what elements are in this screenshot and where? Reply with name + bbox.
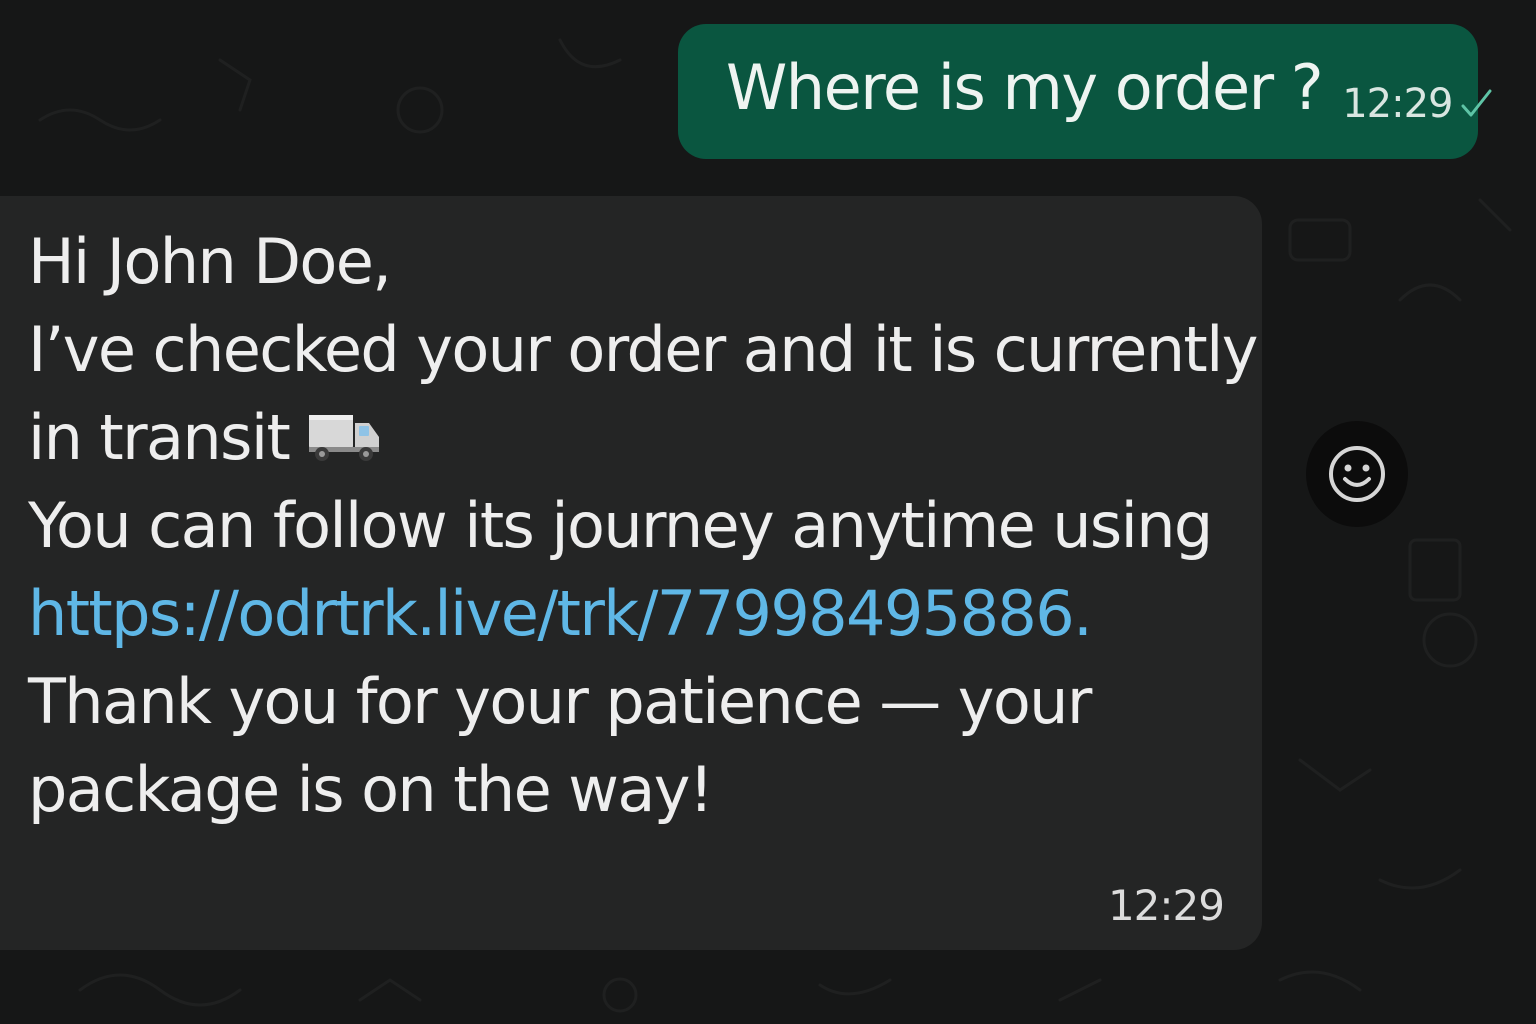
tracking-link[interactable]: https://odrtrk.live/trk/77998495886. [28,577,1093,650]
message-line: package is on the way! [28,753,714,826]
message-line: in transit [28,401,291,474]
outgoing-message-bubble[interactable]: Where is my order ? 12:29 [678,24,1492,159]
message-line: I’ve checked your order and it is curren… [28,313,1258,386]
message-line: You can follow its journey anytime using [28,489,1213,562]
message-link-line: https://odrtrk.live/trk/77998495886. [28,570,1222,658]
outgoing-message-meta: 12:29 [1342,81,1494,127]
single-check-icon [1461,89,1492,116]
reaction-button[interactable] [1306,421,1408,527]
incoming-message-bubble[interactable]: Hi John Doe, I’ve checked your order and… [0,196,1262,950]
message-greeting: Hi John Doe, [28,225,392,298]
smiley-icon [1329,446,1385,502]
incoming-message-time: 12:29 [1107,881,1225,930]
outgoing-message-time: 12:29 [1342,80,1453,127]
truck-icon [309,415,380,461]
message-line-transit: in transit [28,394,1222,482]
message-line: Thank you for your patience — your [28,665,1092,738]
outgoing-message-text: Where is my order ? [726,51,1324,124]
